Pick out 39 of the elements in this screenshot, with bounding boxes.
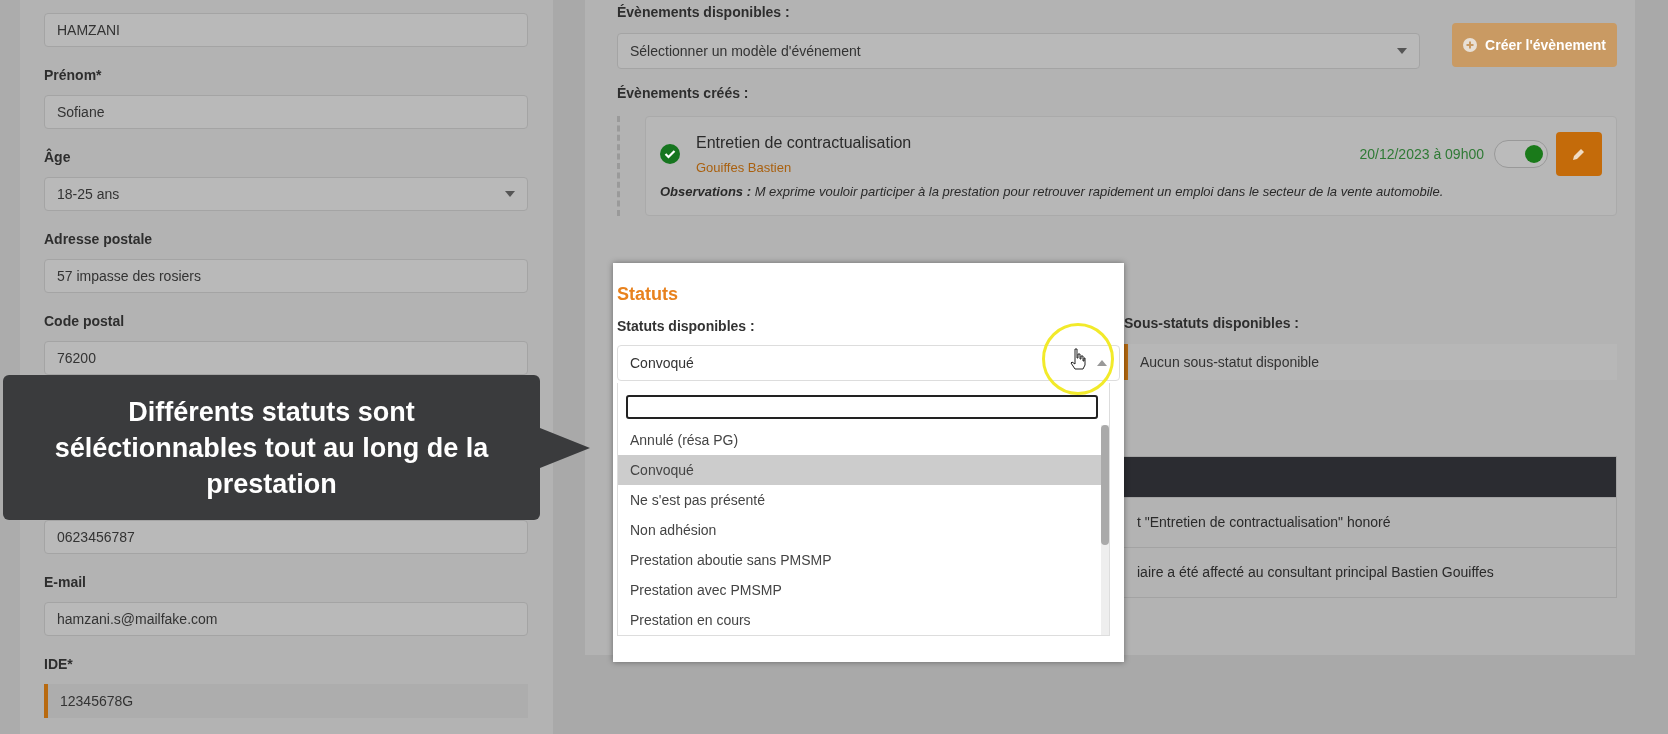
- field-label: Adresse postale: [44, 230, 154, 249]
- field-label: Prénom*: [44, 66, 103, 85]
- scrollbar[interactable]: [1101, 425, 1109, 635]
- popup-title: Statuts: [617, 283, 679, 306]
- pencil-icon: [1572, 147, 1586, 162]
- select-field[interactable]: 18-25 ans: [44, 177, 528, 211]
- edit-button[interactable]: [1556, 132, 1602, 177]
- event-date: 20/12/2023 à 09h00: [1359, 144, 1484, 164]
- toggle-switch[interactable]: [1494, 140, 1548, 169]
- input-field[interactable]: 57 impasse des rosiers: [44, 259, 528, 293]
- tooltip: Différents statuts sont séléctionnables tout au long de la prestation: [3, 375, 540, 520]
- consultant-name: Gouiffes Bastien: [696, 159, 793, 177]
- plus-circle-icon: [1463, 38, 1478, 52]
- observations-text: Observations : M exprime vouloir participer à la prestation pour retrouver rapidement un emploi dans le secteur de la vente automobile.: [660, 182, 1445, 201]
- field-label: Âge: [44, 147, 72, 167]
- hand-cursor-icon: [1070, 348, 1086, 370]
- input-field[interactable]: 76200: [44, 341, 528, 375]
- caret-icon: [505, 191, 515, 197]
- field-label: Sous-statuts disponibles :: [1124, 314, 1300, 333]
- field-label: IDE*: [44, 655, 74, 674]
- field-label: E-mail: [44, 573, 87, 592]
- caret-icon: [1097, 360, 1107, 366]
- input-field[interactable]: 0623456787: [44, 520, 528, 554]
- select-field[interactable]: Convoqué: [617, 345, 1120, 381]
- input-field[interactable]: HAMZANI: [44, 13, 528, 47]
- section-label: Évènements créés :: [617, 84, 750, 103]
- search-field[interactable]: [626, 395, 1098, 419]
- input-field[interactable]: hamzani.s@mailfake.com: [44, 602, 528, 636]
- caret-icon: [1397, 48, 1407, 54]
- section-label: Évènements disponibles :: [617, 3, 791, 22]
- field-label: Code postal: [44, 312, 126, 331]
- field-label: Statuts disponibles :: [617, 317, 756, 336]
- input-field[interactable]: Aucun sous-statut disponible: [1124, 344, 1617, 380]
- tooltip-pointer-icon: [540, 427, 590, 468]
- select-field[interactable]: Sélectionner un modèle d'événement: [617, 33, 1420, 69]
- event-title: Entretien de contractualisation: [696, 133, 912, 153]
- input-field[interactable]: Sofiane: [44, 95, 528, 129]
- input-field[interactable]: 12345678G: [44, 684, 528, 718]
- dropdown-option[interactable]: Convoqué: [618, 455, 1101, 485]
